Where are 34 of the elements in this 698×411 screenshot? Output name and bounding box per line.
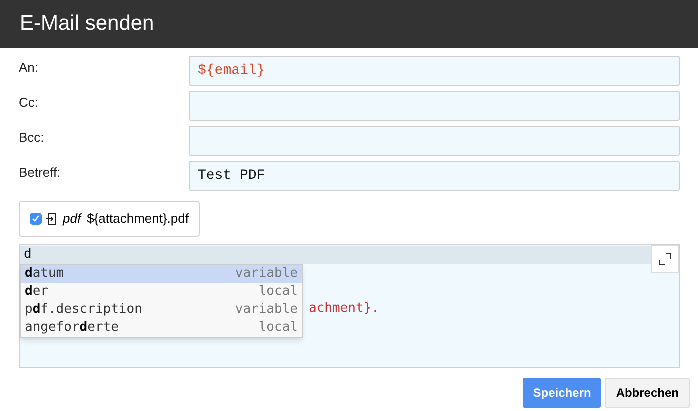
suggestion-kind: variable [235, 301, 298, 319]
suggestion-kind: local [258, 319, 298, 337]
expand-icon [658, 252, 672, 266]
autocomplete-item[interactable]: angeforderte local [21, 319, 302, 337]
input-field[interactable]: ${email} [189, 56, 680, 86]
suggestion-label: angeforderte [25, 319, 119, 337]
field-label: Bcc: [19, 129, 46, 148]
autocomplete-item[interactable]: datum variable [21, 265, 302, 283]
field-value: ${email} [198, 62, 266, 80]
suggestion-kind: variable [235, 265, 298, 283]
suggestion-label: datum [25, 265, 64, 283]
suggestion-kind: local [258, 283, 298, 301]
checkbox[interactable] [30, 213, 42, 225]
code-line: achment}. [309, 301, 380, 316]
input-field[interactable]: Test PDF [189, 161, 680, 191]
attachment-chip[interactable]: pdf ${attachment}.pdf [19, 201, 200, 237]
code-editor[interactable]: d achment}. datum variable der local pdf.description variable angeforderte local [19, 244, 680, 368]
input-field[interactable] [189, 91, 680, 121]
field-value: Test PDF [198, 166, 266, 186]
attachment-type: pdf [63, 210, 82, 228]
code-line: d [24, 247, 32, 262]
expand-button[interactable] [651, 245, 679, 273]
autocomplete-item[interactable]: der local [21, 283, 302, 301]
field-label: An: [19, 59, 40, 78]
window-title: E-Mail senden [20, 11, 154, 38]
attachment-icon [45, 212, 58, 226]
cancel-button[interactable]: Abbrechen [605, 378, 690, 408]
suggestion-label: pdf.description [25, 301, 142, 319]
field-label: Betreff: [19, 164, 62, 182]
field-label: Cc: [19, 94, 40, 112]
attachment-name: ${attachment}.pdf [87, 210, 189, 228]
suggestion-label: der [25, 283, 48, 301]
input-field[interactable] [189, 126, 680, 156]
autocomplete-item[interactable]: pdf.description variable [21, 301, 302, 319]
